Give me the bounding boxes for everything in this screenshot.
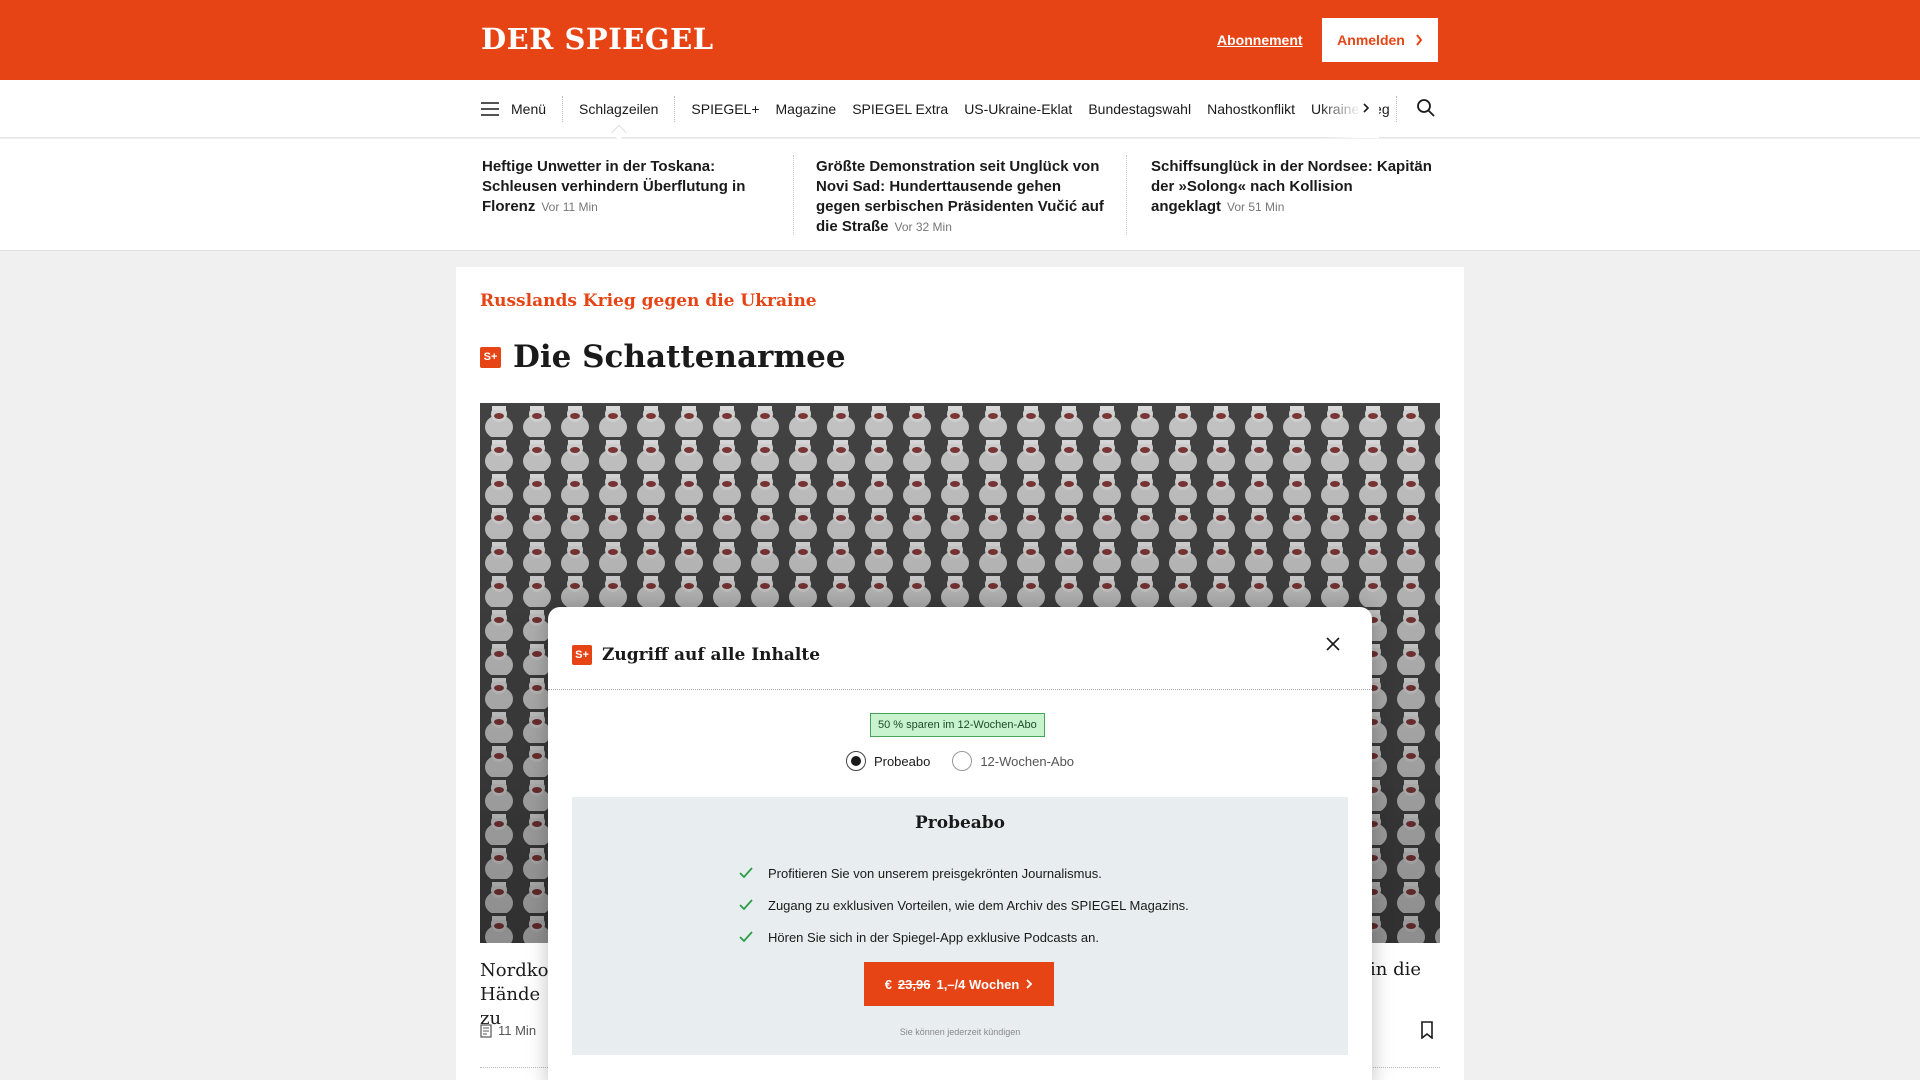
headline-time: Vor 11 Min <box>541 200 598 214</box>
headline-item[interactable]: Heftige Unwetter in der Toskana: Schleus… <box>482 157 770 217</box>
top-bar: DER SPIEGEL Abonnement Anmelden <box>0 0 1920 80</box>
menu-button[interactable]: Menü <box>481 96 564 122</box>
radio-unselected[interactable] <box>952 751 973 771</box>
check-icon <box>739 931 753 943</box>
headline-item[interactable]: Schiffsunglück in der Nordsee: Kapitän d… <box>1151 157 1439 217</box>
cancel-note: Sie können jederzeit kündigen <box>899 1027 1021 1037</box>
document-icon <box>480 1023 492 1038</box>
headline-item[interactable]: Größte Demonstration seit Unglück von No… <box>816 157 1104 237</box>
savings-badge: 50 % sparen im 12-Wochen-Abo <box>870 713 1045 737</box>
paywall-modal: S+ Zugriff auf alle Inhalte 50 % sparen … <box>548 607 1372 1080</box>
chevron-right-icon <box>1416 34 1423 46</box>
check-icon <box>739 867 753 879</box>
headline-time: Vor 51 Min <box>1227 200 1285 214</box>
nav-item-spiegel-plus[interactable]: SPIEGEL+ <box>675 101 767 117</box>
breaking-headlines: Heftige Unwetter in der Toskana: Schleus… <box>0 139 1920 251</box>
spiegel-plus-badge: S+ <box>572 645 592 665</box>
nav-item-spiegel-extra[interactable]: SPIEGEL Extra <box>844 101 956 117</box>
cta-currency: € <box>884 976 892 992</box>
image-caption-end: in die <box>1370 959 1422 980</box>
article-kicker[interactable]: Russlands Krieg gegen die Ukraine <box>480 291 817 311</box>
benefit-list: Profitieren Sie von unserem preisgekrönt… <box>738 857 1189 953</box>
cta-old-price: 23,96 <box>897 976 931 992</box>
headline-text: Schiffsunglück in der Nordsee: Kapitän d… <box>1151 158 1432 215</box>
main-navigation: Menü Schlagzeilen SPIEGEL+ Magazine SPIE… <box>0 80 1920 138</box>
login-button-label: Anmelden <box>1337 32 1405 48</box>
read-time-value: 11 Min <box>498 1023 537 1038</box>
headline-text: Heftige Unwetter in der Toskana: Schleus… <box>482 158 746 215</box>
list-item: Profitieren Sie von unserem preisgekrönt… <box>738 857 1189 889</box>
headline-time: Vor 32 Min <box>894 220 952 234</box>
nav-divider <box>1396 96 1397 122</box>
nav-item-us-ukraine-eklat[interactable]: US-Ukraine-Eklat <box>956 101 1080 117</box>
modal-title: Zugriff auf alle Inhalte <box>602 645 821 665</box>
list-item: Zugang zu exklusiven Vorteilen, wie dem … <box>738 889 1189 921</box>
headline-divider <box>793 155 794 235</box>
hamburger-icon <box>481 102 499 116</box>
nav-item-nahostkonflikt[interactable]: Nahostkonflikt <box>1199 101 1303 117</box>
spiegel-logo[interactable]: DER SPIEGEL <box>481 22 714 56</box>
benefit-text: Zugang zu exklusiven Vorteilen, wie dem … <box>768 897 1189 913</box>
close-icon[interactable] <box>1324 635 1342 653</box>
benefit-text: Profitieren Sie von unserem preisgekrönt… <box>768 865 1102 881</box>
article-title[interactable]: Die Schattenarmee <box>513 339 846 375</box>
offer-title: Probeabo <box>914 813 1006 833</box>
menu-label: Menü <box>511 101 547 117</box>
plan-selector: Probeabo 12-Wochen-Abo <box>548 751 1372 771</box>
headline-divider <box>1126 155 1127 235</box>
cta-new-price: 1,–/4 Wochen <box>936 976 1020 992</box>
bookmark-icon[interactable] <box>1420 1021 1434 1039</box>
plan-option-probeabo[interactable]: Probeabo <box>845 751 931 771</box>
subscribe-button[interactable]: € 23,96 1,–/4 Wochen <box>864 962 1054 1006</box>
radio-selected[interactable] <box>845 751 866 771</box>
plan-option-12-wochen[interactable]: 12-Wochen-Abo <box>952 751 1074 771</box>
plan-option-label: Probeabo <box>873 753 931 769</box>
benefit-text: Hören Sie sich in der Spiegel-App exklus… <box>768 929 1099 945</box>
login-button[interactable]: Anmelden <box>1322 18 1438 62</box>
subscription-link[interactable]: Abonnement <box>1217 32 1303 48</box>
nav-item-schlagzeilen[interactable]: Schlagzeilen <box>563 96 676 122</box>
check-icon <box>739 899 753 911</box>
offer-panel: Probeabo Profitieren Sie von unserem pre… <box>572 797 1348 1055</box>
chevron-right-icon[interactable] <box>1361 100 1371 116</box>
plan-option-label: 12-Wochen-Abo <box>980 753 1075 769</box>
nav-item-magazine[interactable]: Magazine <box>768 101 845 117</box>
list-item: Hören Sie sich in der Spiegel-App exklus… <box>738 921 1189 953</box>
read-time: 11 Min <box>480 1023 536 1038</box>
search-icon[interactable] <box>1416 98 1436 118</box>
nav-item-bundestagswahl[interactable]: Bundestagswahl <box>1080 101 1199 117</box>
chevron-right-icon <box>1026 979 1033 989</box>
modal-divider <box>548 689 1372 690</box>
headline-text: Größte Demonstration seit Unglück von No… <box>816 158 1104 235</box>
spiegel-plus-badge: S+ <box>480 346 501 368</box>
